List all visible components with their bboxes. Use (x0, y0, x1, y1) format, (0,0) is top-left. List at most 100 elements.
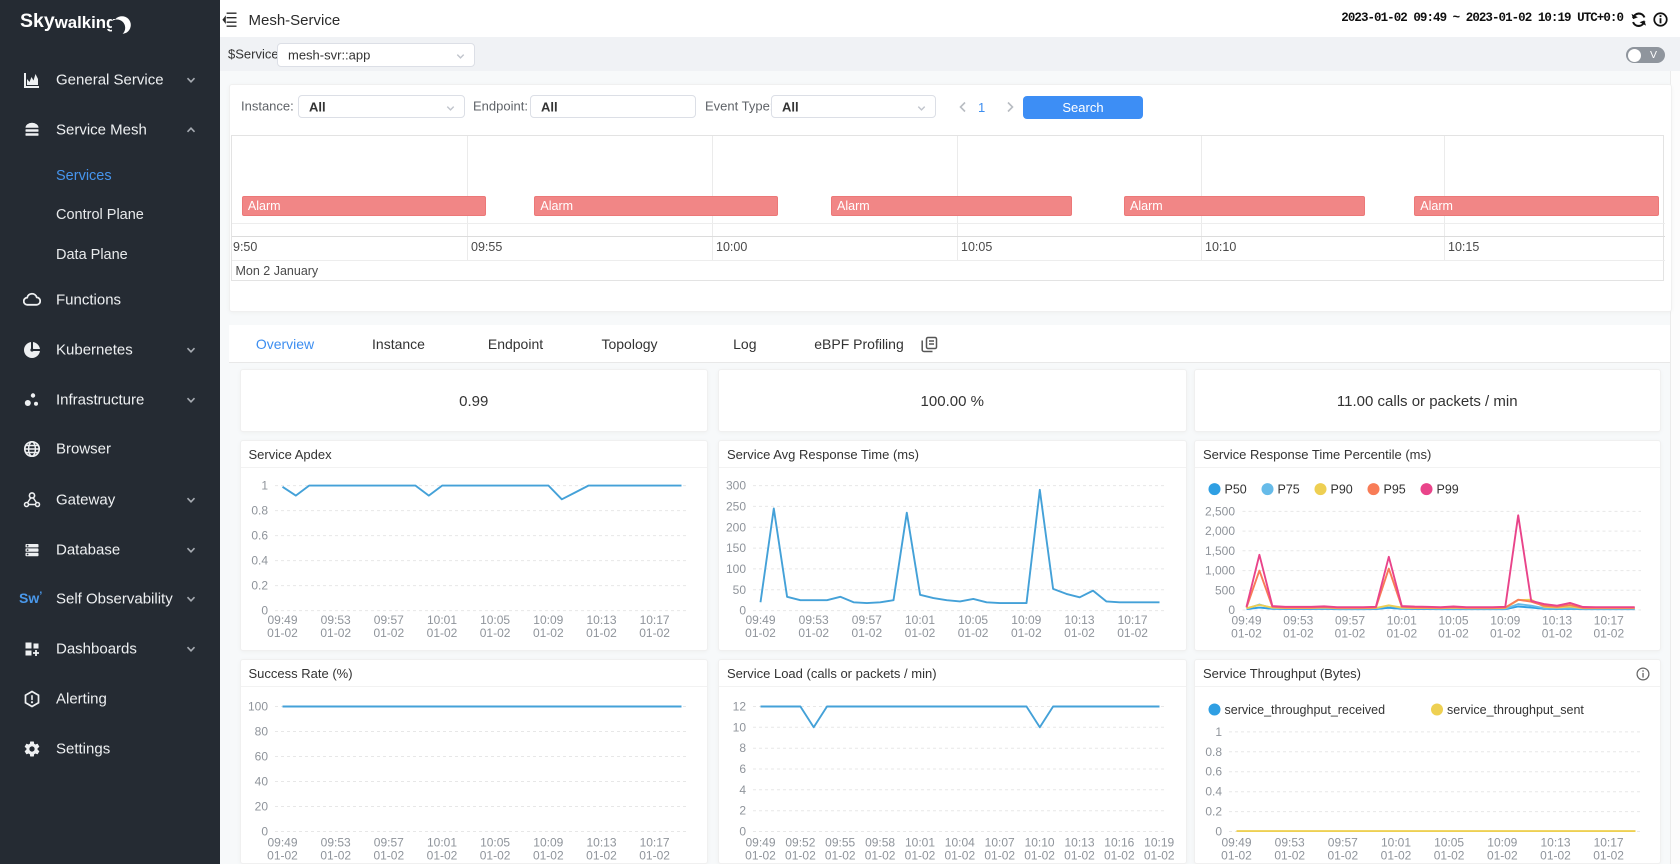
svg-text:01-02: 01-02 (1011, 626, 1042, 640)
svg-text:P75: P75 (1278, 483, 1300, 497)
svg-text:10:01: 10:01 (905, 835, 935, 849)
svg-text:1,000: 1,000 (1205, 564, 1235, 578)
svg-text:10:05: 10:05 (958, 613, 988, 627)
svg-text:01-02: 01-02 (1381, 848, 1412, 862)
svg-text:01-02: 01-02 (1144, 848, 1175, 862)
svg-text:01-02: 01-02 (373, 848, 404, 862)
svg-text:01-02: 01-02 (944, 848, 975, 862)
svg-text:10:05: 10:05 (1438, 614, 1468, 628)
svg-text:09:49: 09:49 (1221, 835, 1251, 849)
svg-text:01-02: 01-02 (865, 848, 896, 862)
svg-text:10:01: 10:01 (426, 835, 456, 849)
svg-text:10:01: 10:01 (1387, 614, 1417, 628)
svg-text:10:05: 10:05 (480, 835, 510, 849)
svg-text:01-02: 01-02 (267, 848, 298, 862)
svg-text:300: 300 (726, 479, 746, 493)
svg-text:01-02: 01-02 (1221, 848, 1252, 862)
svg-text:10:13: 10:13 (1064, 835, 1094, 849)
svg-text:10:13: 10:13 (586, 613, 616, 627)
svg-text:01-02: 01-02 (1490, 627, 1521, 641)
svg-text:12: 12 (733, 699, 747, 713)
svg-text:1: 1 (261, 479, 268, 493)
svg-text:80: 80 (254, 724, 268, 738)
svg-text:6: 6 (739, 762, 746, 776)
svg-text:service_throughput_received: service_throughput_received (1225, 703, 1386, 717)
svg-text:10:05: 10:05 (1434, 835, 1464, 849)
svg-text:20: 20 (254, 799, 268, 813)
svg-text:10:17: 10:17 (1594, 835, 1624, 849)
svg-text:01-02: 01-02 (479, 626, 510, 640)
svg-text:10:01: 10:01 (905, 613, 935, 627)
svg-text:100: 100 (726, 562, 746, 576)
svg-text:P50: P50 (1225, 483, 1247, 497)
svg-text:10: 10 (733, 720, 747, 734)
svg-text:01-02: 01-02 (267, 626, 298, 640)
svg-text:09:49: 09:49 (745, 835, 775, 849)
svg-text:01-02: 01-02 (905, 626, 936, 640)
svg-text:10:19: 10:19 (1144, 835, 1174, 849)
svg-text:200: 200 (726, 521, 746, 535)
svg-text:01-02: 01-02 (1434, 848, 1465, 862)
svg-text:09:53: 09:53 (1283, 614, 1313, 628)
svg-text:01-02: 01-02 (639, 848, 670, 862)
svg-text:01-02: 01-02 (426, 626, 457, 640)
svg-text:01-02: 01-02 (745, 626, 776, 640)
svg-text:09:57: 09:57 (1328, 835, 1358, 849)
svg-text:09:53: 09:53 (799, 613, 829, 627)
svg-text:01-02: 01-02 (320, 626, 351, 640)
svg-text:01-02: 01-02 (1386, 627, 1417, 641)
svg-text:01-02: 01-02 (639, 626, 670, 640)
svg-text:10:17: 10:17 (1118, 613, 1148, 627)
svg-text:01-02: 01-02 (1283, 627, 1314, 641)
svg-text:09:53: 09:53 (1275, 835, 1305, 849)
svg-text:01-02: 01-02 (905, 848, 936, 862)
svg-text:10:09: 10:09 (1490, 614, 1520, 628)
svg-text:150: 150 (726, 541, 746, 555)
svg-text:01-02: 01-02 (1104, 848, 1135, 862)
svg-text:10:13: 10:13 (1064, 613, 1094, 627)
svg-text:10:17: 10:17 (639, 835, 669, 849)
svg-text:10:09: 10:09 (1487, 835, 1517, 849)
svg-text:01-02: 01-02 (1064, 626, 1095, 640)
svg-text:10:09: 10:09 (533, 613, 563, 627)
svg-text:10:07: 10:07 (985, 835, 1015, 849)
svg-text:01-02: 01-02 (586, 848, 617, 862)
svg-text:1,500: 1,500 (1205, 544, 1235, 558)
svg-text:01-02: 01-02 (1540, 848, 1571, 862)
svg-text:01-02: 01-02 (984, 848, 1015, 862)
svg-text:10:10: 10:10 (1025, 835, 1055, 849)
svg-text:09:49: 09:49 (745, 613, 775, 627)
svg-text:P95: P95 (1384, 483, 1406, 497)
svg-text:10:13: 10:13 (1540, 835, 1570, 849)
svg-text:8: 8 (739, 741, 746, 755)
svg-text:09:57: 09:57 (373, 835, 403, 849)
svg-text:10:13: 10:13 (586, 835, 616, 849)
svg-text:1: 1 (1215, 724, 1222, 738)
svg-text:40: 40 (254, 774, 268, 788)
svg-text:10:04: 10:04 (945, 835, 975, 849)
svg-text:01-02: 01-02 (586, 626, 617, 640)
svg-text:2,500: 2,500 (1205, 505, 1235, 519)
svg-text:10:01: 10:01 (1381, 835, 1411, 849)
svg-text:10:09: 10:09 (533, 835, 563, 849)
svg-text:09:58: 09:58 (865, 835, 895, 849)
svg-text:09:53: 09:53 (320, 835, 350, 849)
svg-text:10:13: 10:13 (1542, 614, 1572, 628)
svg-text:0.2: 0.2 (251, 579, 268, 593)
svg-text:0.8: 0.8 (251, 504, 268, 518)
svg-text:09:53: 09:53 (320, 613, 350, 627)
svg-text:10:16: 10:16 (1104, 835, 1134, 849)
svg-text:4: 4 (739, 782, 746, 796)
svg-text:01-02: 01-02 (1327, 848, 1358, 862)
svg-text:01-02: 01-02 (426, 848, 457, 862)
svg-text:01-02: 01-02 (1593, 627, 1624, 641)
svg-text:01-02: 01-02 (1274, 848, 1305, 862)
svg-text:500: 500 (1215, 584, 1235, 598)
svg-text:0.4: 0.4 (1205, 784, 1222, 798)
svg-text:01-02: 01-02 (532, 626, 563, 640)
svg-text:01-02: 01-02 (479, 848, 510, 862)
svg-text:09:49: 09:49 (267, 613, 297, 627)
svg-text:01-02: 01-02 (851, 626, 882, 640)
svg-text:0.4: 0.4 (251, 554, 268, 568)
svg-text:10:17: 10:17 (639, 613, 669, 627)
